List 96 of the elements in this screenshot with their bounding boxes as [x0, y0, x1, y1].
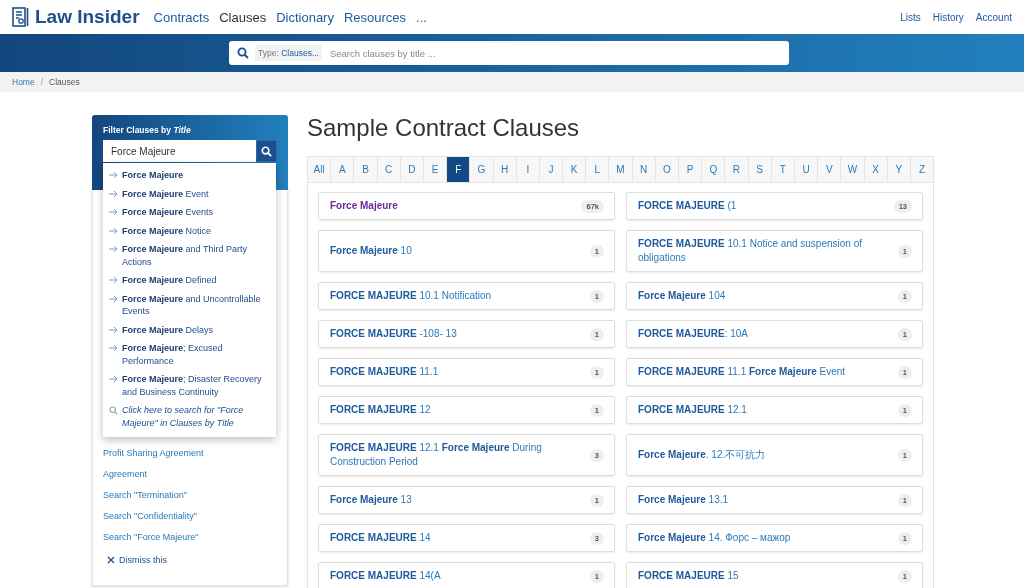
clause-title[interactable]: Force Majeure 104	[638, 289, 726, 303]
suggestion-item[interactable]: Force Majeure; Excused Performance	[122, 342, 270, 367]
letter-tab[interactable]: G	[470, 157, 494, 182]
letter-tab[interactable]: P	[679, 157, 703, 182]
account-link[interactable]: Account	[975, 11, 1012, 23]
clause-title[interactable]: FORCE MAJEURE -108- 13	[330, 327, 457, 341]
clause-title[interactable]: FORCE MAJEURE 12	[330, 403, 431, 417]
suggestion-item[interactable]: Force Majeure Defined	[122, 274, 217, 287]
suggestion-item[interactable]: Click here to search for "Force Majeure" in Clauses by Title	[122, 404, 270, 429]
letter-tab[interactable]: N	[632, 157, 656, 182]
clause-title[interactable]: FORCE MAJEURE 11.1 Force Majeure Event	[638, 365, 846, 379]
filter-title: Filter Clauses by Title	[103, 125, 192, 135]
letter-tab[interactable]: F	[447, 157, 471, 182]
letter-tab[interactable]: W	[841, 157, 865, 182]
suggestion-item[interactable]: Force Majeure Notice	[122, 224, 212, 237]
nav-link[interactable]: Resources	[343, 9, 407, 25]
letter-tab[interactable]: A	[331, 157, 355, 182]
search-icon	[109, 406, 118, 415]
nav-link[interactable]: Dictionary	[276, 9, 334, 25]
breadcrumb-link[interactable]: Clauses	[49, 77, 80, 87]
suggestion-item[interactable]: Force Majeure Events	[122, 206, 214, 219]
clause-title[interactable]: FORCE MAJEURE 14	[330, 531, 431, 545]
sidebar-link[interactable]: Agreement	[103, 468, 277, 481]
arrow-icon	[109, 325, 118, 334]
letter-tab[interactable]: Y	[887, 157, 911, 182]
letter-tab[interactable]: I	[516, 157, 540, 182]
clause-title[interactable]: FORCE MAJEURE 12.1 Force Majeure During Construction Period	[330, 441, 582, 469]
letter-tab[interactable]: L	[586, 157, 610, 182]
clause-title[interactable]: FORCE MAJEURE: 10A	[638, 327, 749, 341]
sidebar-link[interactable]: Search "Termination"	[103, 489, 277, 502]
letter-tab[interactable]: H	[493, 157, 517, 182]
letter-tab[interactable]: U	[794, 157, 819, 182]
arrow-icon	[109, 189, 118, 198]
logo-icon	[12, 7, 30, 27]
close-icon	[107, 556, 115, 564]
letter-tab[interactable]: C	[377, 157, 401, 182]
letter-tab[interactable]: R	[725, 157, 749, 182]
nav-link[interactable]: Contracts	[153, 9, 210, 25]
arrow-icon	[109, 276, 118, 284]
clause-title[interactable]: FORCE MAJEURE 11.1	[330, 365, 439, 379]
clause-title[interactable]: Force Majeure. 12.不可抗力	[638, 448, 766, 462]
letter-tab[interactable]: J	[539, 157, 564, 182]
account-link[interactable]: History	[932, 11, 964, 23]
sidebar-link[interactable]: Profit Sharing Agreement	[103, 447, 277, 460]
logo[interactable]: Law Insider	[35, 6, 140, 28]
breadcrumb-link[interactable]: Home	[12, 77, 35, 87]
account-link[interactable]: Lists	[900, 11, 921, 23]
clause-title[interactable]: Force Majeure 13	[330, 493, 412, 507]
clause-title[interactable]: Force Majeure 10	[330, 244, 412, 258]
letter-tab[interactable]: Z	[910, 157, 934, 182]
search-icon	[237, 47, 249, 59]
clause-title[interactable]: FORCE MAJEURE 10.1 Notification	[330, 289, 492, 303]
letter-tab[interactable]: V	[818, 157, 842, 182]
page-heading: Sample Contract Clauses	[307, 114, 581, 142]
letter-tab[interactable]: All	[308, 157, 332, 182]
clause-title[interactable]: FORCE MAJEURE 12.1	[638, 403, 747, 417]
letter-tab[interactable]: O	[655, 157, 679, 182]
arrow-icon	[109, 208, 118, 216]
search-button[interactable]	[256, 140, 277, 162]
letter-tab[interactable]: K	[563, 157, 587, 182]
suggestion-item[interactable]: Force Majeure and Third Party Actions	[122, 243, 270, 268]
suggestion-item[interactable]: Force Majeure Event	[122, 187, 209, 200]
clause-title[interactable]: FORCE MAJEURE (1	[638, 199, 737, 213]
nav-link[interactable]: Clauses	[219, 9, 267, 25]
arrow-icon	[109, 226, 118, 235]
dismiss-link[interactable]: Dismiss this	[103, 555, 277, 565]
suggestion-item[interactable]: Force Majeure; Disaster Recovery and Business Continuity	[122, 373, 270, 398]
breadcrumb-separator: /	[40, 77, 44, 87]
filter-field[interactable]: Force Majeure	[103, 140, 256, 162]
arrow-icon	[109, 375, 118, 383]
nav-link[interactable]: ...	[416, 9, 427, 25]
arrow-icon	[109, 294, 118, 303]
search-field[interactable]: Type: Clauses... Search clauses by title ...	[229, 41, 789, 65]
letter-tab[interactable]: X	[864, 157, 888, 182]
arrow-icon	[109, 344, 118, 352]
suggestion-item[interactable]: Force Majeure Delays	[122, 323, 214, 336]
clause-title[interactable]: FORCE MAJEURE 15	[638, 569, 739, 583]
letter-tab[interactable]: M	[609, 157, 633, 182]
letter-tab[interactable]: T	[771, 157, 795, 182]
clause-title[interactable]: Force Majeure 13.1	[638, 493, 729, 507]
search-icon	[261, 145, 272, 157]
clause-title[interactable]: FORCE MAJEURE 14(A	[330, 569, 441, 583]
clause-title[interactable]: FORCE MAJEURE 10.1 Notice and suspension of obligations	[638, 237, 890, 265]
sidebar-link[interactable]: Search "Confidentiality"	[103, 510, 277, 523]
sidebar-link[interactable]: Search "Force Majeure"	[103, 531, 277, 544]
clause-title[interactable]: Force Majeure	[330, 199, 398, 213]
letter-tab[interactable]: B	[354, 157, 378, 182]
suggestion-item[interactable]: Force Majeure and Uncontrollable Events	[122, 292, 270, 318]
arrow-icon	[109, 171, 118, 179]
clause-title[interactable]: Force Majeure 14. Форс – мажор	[638, 531, 791, 545]
type-selector[interactable]: Type: Clauses...	[255, 45, 322, 61]
letter-tab[interactable]: Q	[702, 157, 726, 182]
letter-tab[interactable]: S	[748, 157, 772, 182]
suggestion-item[interactable]: Force Majeure	[122, 169, 184, 182]
letter-tab[interactable]: D	[400, 157, 424, 182]
arrow-icon	[109, 245, 118, 253]
